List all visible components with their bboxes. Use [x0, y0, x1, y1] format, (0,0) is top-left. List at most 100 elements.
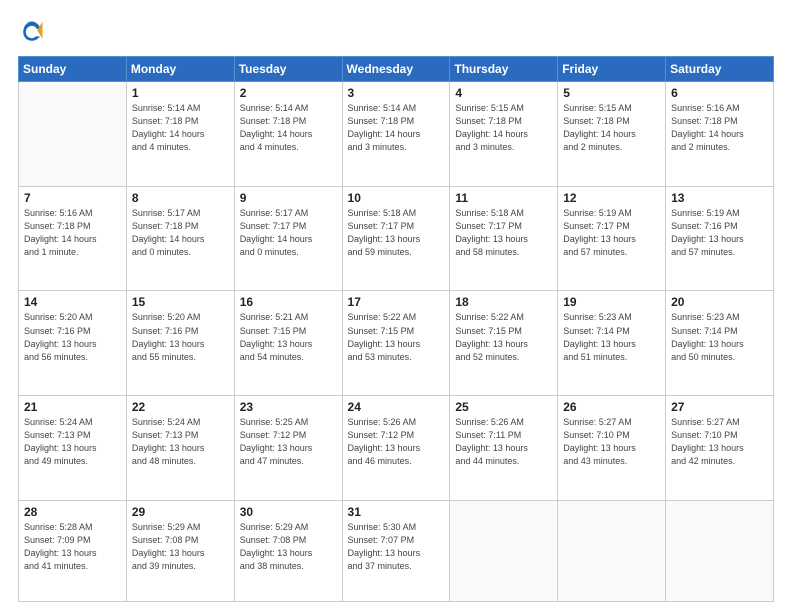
day-cell: 9 Sunrise: 5:17 AMSunset: 7:17 PMDaylight… — [234, 186, 342, 291]
day-info: Sunrise: 5:20 AMSunset: 7:16 PMDaylight:… — [132, 311, 229, 363]
day-info: Sunrise: 5:24 AMSunset: 7:13 PMDaylight:… — [132, 416, 229, 468]
day-info: Sunrise: 5:17 AMSunset: 7:17 PMDaylight:… — [240, 207, 337, 259]
day-number: 31 — [348, 505, 445, 519]
day-cell: 7 Sunrise: 5:16 AMSunset: 7:18 PMDaylight… — [19, 186, 127, 291]
day-number: 28 — [24, 505, 121, 519]
day-cell: 29Sunrise: 5:29 AMSunset: 7:08 PMDayligh… — [126, 500, 234, 601]
day-cell — [19, 82, 127, 187]
header — [18, 18, 774, 46]
week-row-2: 14 Sunrise: 5:20 AMSunset: 7:16 PMDayligh… — [19, 291, 774, 396]
calendar-table: SundayMondayTuesdayWednesdayThursdayFrid… — [18, 56, 774, 602]
day-cell: 16 Sunrise: 5:21 AMSunset: 7:15 PMDayligh… — [234, 291, 342, 396]
day-number: 14 — [24, 295, 121, 309]
day-info: Sunrise: 5:26 AMSunset: 7:12 PMDaylight:… — [348, 416, 445, 468]
day-cell: 22Sunrise: 5:24 AMSunset: 7:13 PMDayligh… — [126, 396, 234, 501]
day-cell: 25 Sunrise: 5:26 AMSunset: 7:11 PMDayligh… — [450, 396, 558, 501]
day-number: 18 — [455, 295, 552, 309]
day-info: Sunrise: 5:28 AMSunset: 7:09 PMDaylight:… — [24, 521, 121, 573]
day-number: 4 — [455, 86, 552, 100]
calendar-header-wednesday: Wednesday — [342, 57, 450, 82]
day-number: 27 — [671, 400, 768, 414]
day-info: Sunrise: 5:24 AMSunset: 7:13 PMDaylight:… — [24, 416, 121, 468]
day-info: Sunrise: 5:19 AMSunset: 7:16 PMDaylight:… — [671, 207, 768, 259]
calendar-header-tuesday: Tuesday — [234, 57, 342, 82]
day-info: Sunrise: 5:14 AMSunset: 7:18 PMDaylight:… — [132, 102, 229, 154]
day-info: Sunrise: 5:25 AMSunset: 7:12 PMDaylight:… — [240, 416, 337, 468]
day-number: 9 — [240, 191, 337, 205]
week-row-4: 28 Sunrise: 5:28 AMSunset: 7:09 PMDayligh… — [19, 500, 774, 601]
day-number: 1 — [132, 86, 229, 100]
day-cell: 26 Sunrise: 5:27 AMSunset: 7:10 PMDayligh… — [558, 396, 666, 501]
day-info: Sunrise: 5:26 AMSunset: 7:11 PMDaylight:… — [455, 416, 552, 468]
day-cell — [450, 500, 558, 601]
day-info: Sunrise: 5:16 AMSunset: 7:18 PMDaylight:… — [671, 102, 768, 154]
day-cell: 8 Sunrise: 5:17 AMSunset: 7:18 PMDaylight… — [126, 186, 234, 291]
day-cell: 3 Sunrise: 5:14 AMSunset: 7:18 PMDaylight… — [342, 82, 450, 187]
day-cell: 18 Sunrise: 5:22 AMSunset: 7:15 PMDayligh… — [450, 291, 558, 396]
day-cell: 28 Sunrise: 5:28 AMSunset: 7:09 PMDayligh… — [19, 500, 127, 601]
day-cell: 17 Sunrise: 5:22 AMSunset: 7:15 PMDayligh… — [342, 291, 450, 396]
day-cell: 14 Sunrise: 5:20 AMSunset: 7:16 PMDayligh… — [19, 291, 127, 396]
day-number: 26 — [563, 400, 660, 414]
day-info: Sunrise: 5:22 AMSunset: 7:15 PMDaylight:… — [455, 311, 552, 363]
day-cell: 4Sunrise: 5:15 AMSunset: 7:18 PMDaylight… — [450, 82, 558, 187]
day-info: Sunrise: 5:27 AMSunset: 7:10 PMDaylight:… — [563, 416, 660, 468]
day-number: 11 — [455, 191, 552, 205]
day-number: 6 — [671, 86, 768, 100]
day-info: Sunrise: 5:17 AMSunset: 7:18 PMDaylight:… — [132, 207, 229, 259]
day-cell: 21 Sunrise: 5:24 AMSunset: 7:13 PMDayligh… — [19, 396, 127, 501]
logo-icon — [18, 18, 46, 46]
day-info: Sunrise: 5:20 AMSunset: 7:16 PMDaylight:… — [24, 311, 121, 363]
day-cell: 24 Sunrise: 5:26 AMSunset: 7:12 PMDayligh… — [342, 396, 450, 501]
week-row-3: 21 Sunrise: 5:24 AMSunset: 7:13 PMDayligh… — [19, 396, 774, 501]
day-info: Sunrise: 5:21 AMSunset: 7:15 PMDaylight:… — [240, 311, 337, 363]
day-info: Sunrise: 5:14 AMSunset: 7:18 PMDaylight:… — [240, 102, 337, 154]
day-cell: 1 Sunrise: 5:14 AMSunset: 7:18 PMDaylight… — [126, 82, 234, 187]
day-info: Sunrise: 5:14 AMSunset: 7:18 PMDaylight:… — [348, 102, 445, 154]
day-info: Sunrise: 5:18 AMSunset: 7:17 PMDaylight:… — [348, 207, 445, 259]
day-info: Sunrise: 5:16 AMSunset: 7:18 PMDaylight:… — [24, 207, 121, 259]
day-cell: 27 Sunrise: 5:27 AMSunset: 7:10 PMDayligh… — [666, 396, 774, 501]
day-number: 25 — [455, 400, 552, 414]
day-number: 24 — [348, 400, 445, 414]
week-row-1: 7 Sunrise: 5:16 AMSunset: 7:18 PMDaylight… — [19, 186, 774, 291]
day-cell — [558, 500, 666, 601]
day-number: 16 — [240, 295, 337, 309]
day-number: 7 — [24, 191, 121, 205]
page: SundayMondayTuesdayWednesdayThursdayFrid… — [0, 0, 792, 612]
day-info: Sunrise: 5:30 AMSunset: 7:07 PMDaylight:… — [348, 521, 445, 573]
day-cell: 13 Sunrise: 5:19 AMSunset: 7:16 PMDayligh… — [666, 186, 774, 291]
day-number: 8 — [132, 191, 229, 205]
day-number: 29 — [132, 505, 229, 519]
day-number: 15 — [132, 295, 229, 309]
day-number: 10 — [348, 191, 445, 205]
day-number: 20 — [671, 295, 768, 309]
day-cell — [666, 500, 774, 601]
day-info: Sunrise: 5:18 AMSunset: 7:17 PMDaylight:… — [455, 207, 552, 259]
day-cell: 11 Sunrise: 5:18 AMSunset: 7:17 PMDayligh… — [450, 186, 558, 291]
day-number: 23 — [240, 400, 337, 414]
logo — [18, 18, 50, 46]
day-cell: 10 Sunrise: 5:18 AMSunset: 7:17 PMDayligh… — [342, 186, 450, 291]
day-cell: 30Sunrise: 5:29 AMSunset: 7:08 PMDayligh… — [234, 500, 342, 601]
calendar-header-sunday: Sunday — [19, 57, 127, 82]
day-number: 13 — [671, 191, 768, 205]
day-cell: 20Sunrise: 5:23 AMSunset: 7:14 PMDayligh… — [666, 291, 774, 396]
week-row-0: 1 Sunrise: 5:14 AMSunset: 7:18 PMDaylight… — [19, 82, 774, 187]
day-info: Sunrise: 5:27 AMSunset: 7:10 PMDaylight:… — [671, 416, 768, 468]
day-cell: 12Sunrise: 5:19 AMSunset: 7:17 PMDayligh… — [558, 186, 666, 291]
day-number: 17 — [348, 295, 445, 309]
day-number: 2 — [240, 86, 337, 100]
calendar-header-monday: Monday — [126, 57, 234, 82]
day-cell: 2 Sunrise: 5:14 AMSunset: 7:18 PMDaylight… — [234, 82, 342, 187]
calendar-header-row: SundayMondayTuesdayWednesdayThursdayFrid… — [19, 57, 774, 82]
day-info: Sunrise: 5:22 AMSunset: 7:15 PMDaylight:… — [348, 311, 445, 363]
day-cell: 6 Sunrise: 5:16 AMSunset: 7:18 PMDaylight… — [666, 82, 774, 187]
day-cell: 31 Sunrise: 5:30 AMSunset: 7:07 PMDayligh… — [342, 500, 450, 601]
day-info: Sunrise: 5:29 AMSunset: 7:08 PMDaylight:… — [240, 521, 337, 573]
day-info: Sunrise: 5:19 AMSunset: 7:17 PMDaylight:… — [563, 207, 660, 259]
day-number: 21 — [24, 400, 121, 414]
calendar-header-saturday: Saturday — [666, 57, 774, 82]
day-number: 5 — [563, 86, 660, 100]
day-number: 3 — [348, 86, 445, 100]
